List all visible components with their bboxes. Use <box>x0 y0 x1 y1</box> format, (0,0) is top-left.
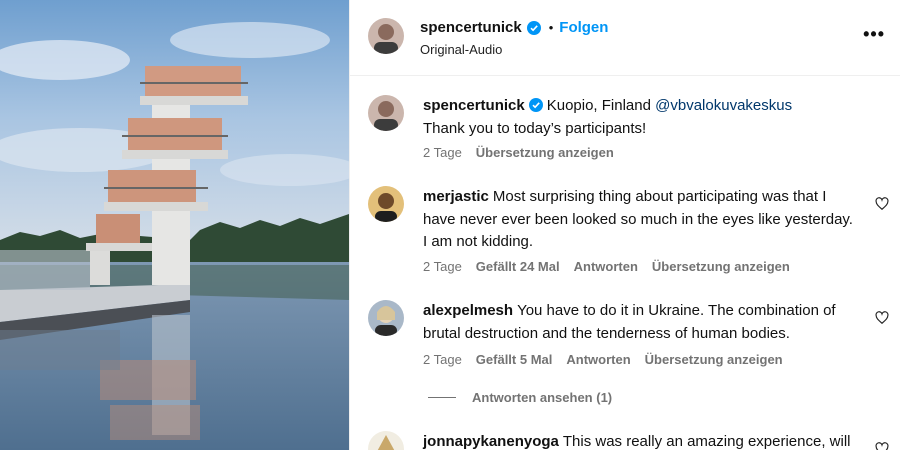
comment-username[interactable]: jonnapykanenyoga <box>423 433 559 450</box>
view-replies-button[interactable]: Antworten ansehen (1) <box>428 390 612 405</box>
comment-likes[interactable]: Gefällt 24 Mal <box>476 259 560 274</box>
like-heart-icon[interactable] <box>875 197 889 211</box>
comment-text: jonnapykanenyoga This was really an amazi… <box>423 431 858 450</box>
comment-text: alexpelmesh You have to do it in Ukraine.… <box>423 300 858 345</box>
caption-body: Thank you to today’s participants! <box>423 119 647 137</box>
post-detail-panel: spencertunick • Folgen Original-Audio ••… <box>349 0 900 450</box>
like-heart-icon[interactable] <box>875 442 889 450</box>
replies-divider <box>428 397 456 398</box>
caption-mention[interactable]: @vbvalokuvakeskus <box>655 97 792 114</box>
instagram-post-view: spencertunick • Folgen Original-Audio ••… <box>0 0 900 450</box>
view-replies-label: Antworten ansehen (1) <box>472 390 613 405</box>
caption-time[interactable]: 2 Tage <box>423 145 462 160</box>
caption-location: Kuopio, Finland <box>546 97 651 114</box>
diving-tower-photo <box>0 0 349 450</box>
comment-avatar[interactable] <box>368 431 404 450</box>
caption-avatar[interactable] <box>368 95 404 131</box>
verified-badge-icon <box>526 20 541 35</box>
comment-meta: 2 Tage Gefällt 5 Mal Antworten Übersetzu… <box>423 352 783 367</box>
comment-text: merjastic Most surprising thing about par… <box>423 186 858 254</box>
comment-body: This was really an amazing experience, w… <box>562 433 851 450</box>
reply-button[interactable]: Antworten <box>566 352 630 367</box>
caption-translate-button[interactable]: Übersetzung anzeigen <box>476 145 614 160</box>
like-heart-icon[interactable] <box>875 311 889 325</box>
caption-meta: 2 Tage Übersetzung anzeigen <box>423 145 614 160</box>
verified-badge-icon <box>528 97 543 112</box>
comment-time[interactable]: 2 Tage <box>423 259 462 274</box>
post-photo[interactable] <box>0 0 349 450</box>
caption-username[interactable]: spencertunick <box>423 97 525 114</box>
header-line: spencertunick • Folgen <box>420 19 608 36</box>
separator-dot: • <box>548 20 554 35</box>
comment-avatar[interactable] <box>368 186 404 222</box>
author-username[interactable]: spencertunick <box>420 19 522 36</box>
reply-button[interactable]: Antworten <box>574 259 638 274</box>
more-options-icon[interactable]: ••• <box>863 24 885 45</box>
translate-button[interactable]: Übersetzung anzeigen <box>645 352 783 367</box>
post-header: spencertunick • Folgen Original-Audio ••… <box>350 0 900 76</box>
comment-avatar[interactable] <box>368 300 404 336</box>
audio-label[interactable]: Original-Audio <box>420 42 502 57</box>
author-avatar[interactable] <box>368 18 404 54</box>
caption-text: spencertunick Kuopio, Finland @vbvalokuva… <box>423 95 858 140</box>
follow-button[interactable]: Folgen <box>559 19 608 36</box>
translate-button[interactable]: Übersetzung anzeigen <box>652 259 790 274</box>
comment-likes[interactable]: Gefällt 5 Mal <box>476 352 553 367</box>
comment-username[interactable]: alexpelmesh <box>423 302 513 319</box>
comment-username[interactable]: merjastic <box>423 188 489 205</box>
comment-meta: 2 Tage Gefällt 24 Mal Antworten Übersetz… <box>423 259 790 274</box>
comment-time[interactable]: 2 Tage <box>423 352 462 367</box>
